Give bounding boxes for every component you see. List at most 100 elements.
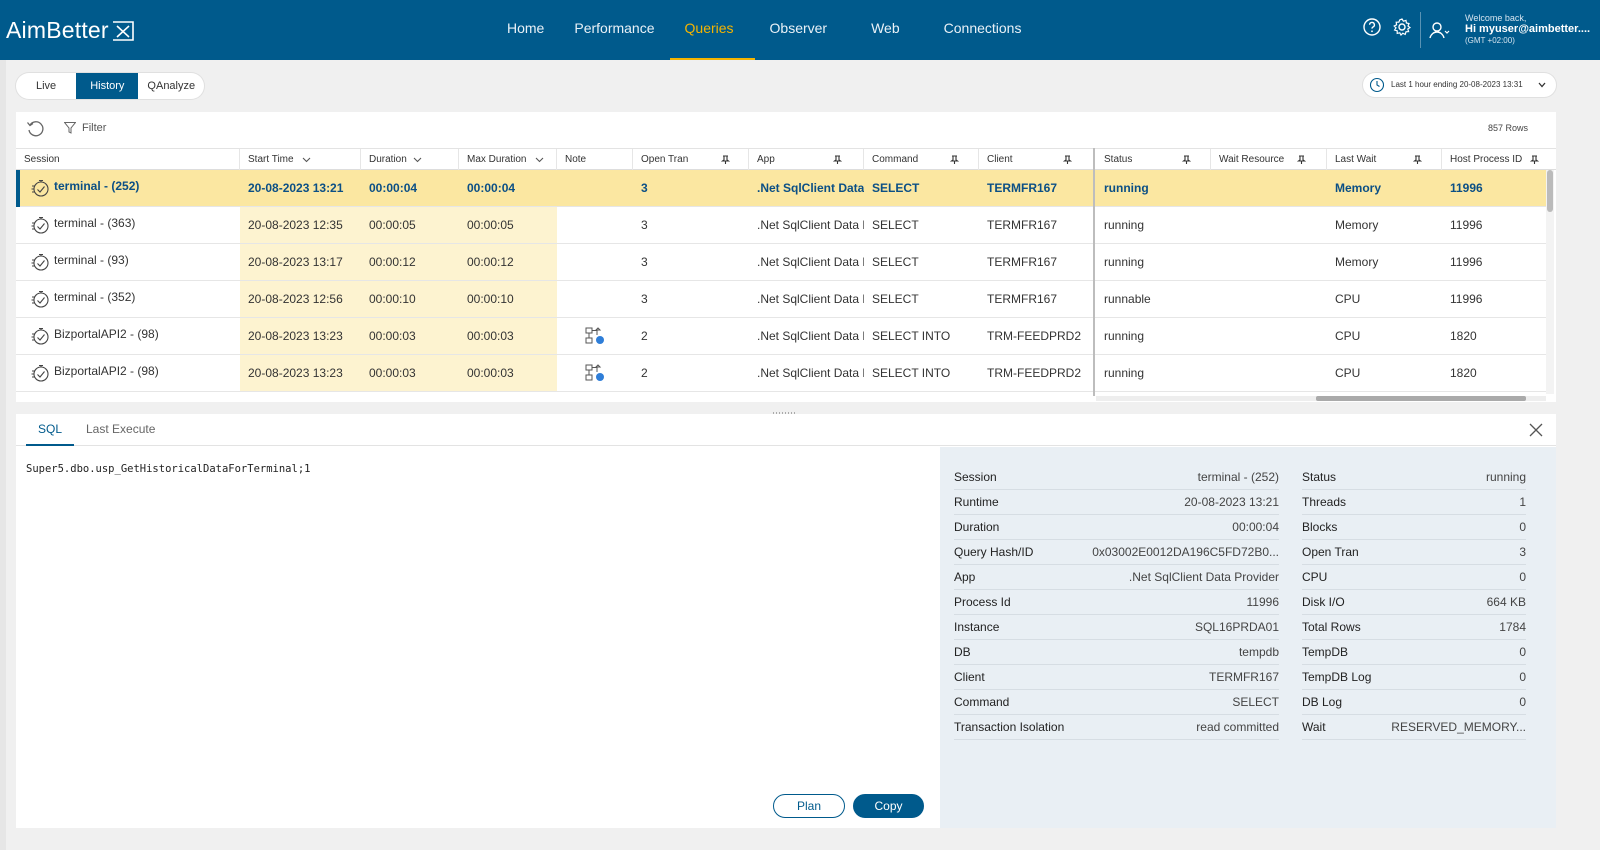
pin-icon[interactable]	[721, 155, 730, 164]
cell-duration: 00:00:03	[361, 318, 459, 354]
info-value: 3	[1519, 545, 1526, 559]
cell-open-tran: 3	[641, 218, 648, 232]
tab-qanalyze[interactable]: QAnalyze	[138, 73, 204, 99]
tab-history[interactable]: History	[76, 73, 139, 99]
cell-note	[557, 281, 633, 317]
help-icon[interactable]	[1362, 17, 1382, 37]
left-collapsed-sidebar[interactable]	[0, 60, 6, 850]
info-key: Duration	[954, 520, 1000, 534]
scrollbar-thumb[interactable]	[1316, 396, 1526, 401]
col-open-tran[interactable]: Open Tran	[633, 149, 749, 170]
cell-start-time: 20-08-2023 13:23	[240, 318, 361, 354]
time-range-label: Last 1 hour ending 20-08-2023 13:31	[1391, 80, 1523, 89]
cell-note	[557, 207, 633, 243]
tab-sql[interactable]: SQL	[26, 414, 75, 446]
cell-host-process-id: 1820	[1450, 329, 1477, 343]
info-key: Command	[954, 695, 1010, 709]
query-plan-icon[interactable]	[585, 364, 605, 382]
session-label: terminal - (93)	[54, 253, 129, 267]
info-value: SELECT	[1232, 695, 1279, 709]
info-row: Transaction Isolation read committed	[954, 715, 1279, 740]
cell-duration: 00:00:03	[361, 355, 459, 391]
col-app[interactable]: App	[749, 149, 864, 170]
plan-button[interactable]: Plan	[773, 794, 845, 818]
panel-resize-handle[interactable]	[773, 406, 799, 417]
info-value: SQL16PRDA01	[1194, 620, 1279, 634]
filter-label[interactable]: Filter	[82, 122, 106, 134]
info-row: DB Log 0	[1302, 690, 1526, 715]
pin-icon[interactable]	[950, 155, 959, 164]
pin-icon[interactable]	[1413, 155, 1422, 164]
pin-icon[interactable]	[1530, 155, 1539, 164]
info-key: Session	[954, 470, 997, 484]
cell-host-process-id: 11996	[1450, 255, 1483, 269]
col-command[interactable]: Command	[864, 149, 979, 170]
table-row[interactable]: BizportalAPI2 - (98) 20-08-2023 13:23 00:0…	[16, 318, 1546, 355]
col-session[interactable]: Session	[16, 149, 240, 170]
user-menu[interactable]: Welcome back, Hi myuser@aimbetter.... (G…	[1465, 13, 1590, 46]
info-key: CPU	[1302, 570, 1328, 584]
nav-connections[interactable]: Connections	[929, 0, 1037, 60]
info-row: Query Hash/ID 0x03002E0012DA196C5FD72B0..…	[954, 540, 1279, 565]
sql-text[interactable]: Super5.dbo.usp_GetHistoricalDataForTermi…	[26, 463, 310, 475]
pin-icon[interactable]	[1182, 155, 1191, 164]
col-wait-resource[interactable]: Wait Resource	[1211, 149, 1327, 170]
col-duration[interactable]: Duration	[361, 149, 459, 170]
table-row[interactable]: terminal - (363) 20-08-2023 12:35 00:00:05…	[16, 207, 1546, 244]
info-row: Disk I/O 664 KB	[1302, 590, 1526, 615]
table-row[interactable]: BizportalAPI2 - (98) 20-08-2023 13:23 00:0…	[16, 355, 1546, 392]
logo[interactable]: AimBetter	[6, 17, 135, 44]
cell-last-wait: Memory	[1335, 181, 1382, 195]
cell-status: running	[1104, 366, 1145, 380]
tab-last-execute[interactable]: Last Execute	[74, 414, 167, 446]
col-host-process-id[interactable]: Host Process ID	[1442, 149, 1546, 170]
nav-home[interactable]: Home	[492, 0, 559, 60]
col-note[interactable]: Note	[557, 149, 633, 170]
nav-web[interactable]: Web	[842, 0, 929, 60]
horizontal-scrollbar[interactable]	[1096, 396, 1546, 401]
refresh-icon[interactable]	[26, 120, 44, 138]
cell-open-tran: 2	[641, 366, 648, 380]
info-value: 1	[1519, 495, 1526, 509]
cell-session: terminal - (352)	[16, 281, 240, 317]
info-key: App	[954, 570, 976, 584]
info-value: TERMFR167	[1208, 670, 1279, 684]
nav-observer[interactable]: Observer	[755, 0, 843, 60]
cell-open-tran: 3	[641, 292, 648, 306]
col-last-wait[interactable]: Last Wait	[1327, 149, 1442, 170]
col-status[interactable]: Status	[1096, 149, 1211, 170]
table-row[interactable]: terminal - (352) 20-08-2023 12:56 00:00:10…	[16, 281, 1546, 318]
scrollbar-thumb[interactable]	[1547, 170, 1553, 212]
cell-start-time: 20-08-2023 12:35	[240, 207, 361, 243]
col-start-time[interactable]: Start Time	[240, 149, 361, 170]
filter-icon[interactable]	[64, 122, 76, 134]
info-row: Status running	[1302, 465, 1526, 490]
cell-open-tran: 3	[641, 181, 648, 195]
nav-queries[interactable]: Queries	[669, 0, 755, 60]
col-client[interactable]: Client	[979, 149, 1095, 170]
pin-icon[interactable]	[833, 155, 842, 164]
table-row[interactable]: terminal - (252) 20-08-2023 13:21 00:00:04…	[16, 170, 1546, 207]
pin-icon[interactable]	[1063, 155, 1072, 164]
col-max-duration[interactable]: Max Duration	[459, 149, 557, 170]
time-range-picker[interactable]: Last 1 hour ending 20-08-2023 13:31	[1363, 73, 1556, 97]
vertical-scrollbar[interactable]	[1546, 170, 1554, 394]
table-body: terminal - (252) 20-08-2023 13:21 00:00:04…	[16, 170, 1556, 394]
cell-note	[557, 170, 633, 206]
user-avatar-icon[interactable]	[1428, 19, 1450, 41]
info-value: 20-08-2023 13:21	[1184, 495, 1279, 509]
cell-wait-resource	[1211, 281, 1327, 317]
cell-last-wait: CPU	[1335, 329, 1361, 343]
tab-live[interactable]: Live	[16, 73, 76, 99]
close-icon[interactable]	[1528, 422, 1544, 438]
cell-wait-resource	[1211, 355, 1327, 391]
copy-button[interactable]: Copy	[853, 794, 924, 818]
cell-client: TERMFR167	[987, 218, 1058, 232]
pin-icon[interactable]	[1297, 155, 1306, 164]
query-plan-icon[interactable]	[585, 327, 605, 345]
info-key: Disk I/O	[1302, 595, 1345, 609]
pinned-column-divider[interactable]	[1093, 148, 1095, 396]
table-row[interactable]: terminal - (93) 20-08-2023 13:17 00:00:12 0…	[16, 244, 1546, 281]
nav-performance[interactable]: Performance	[559, 0, 669, 60]
gear-icon[interactable]	[1392, 17, 1412, 37]
